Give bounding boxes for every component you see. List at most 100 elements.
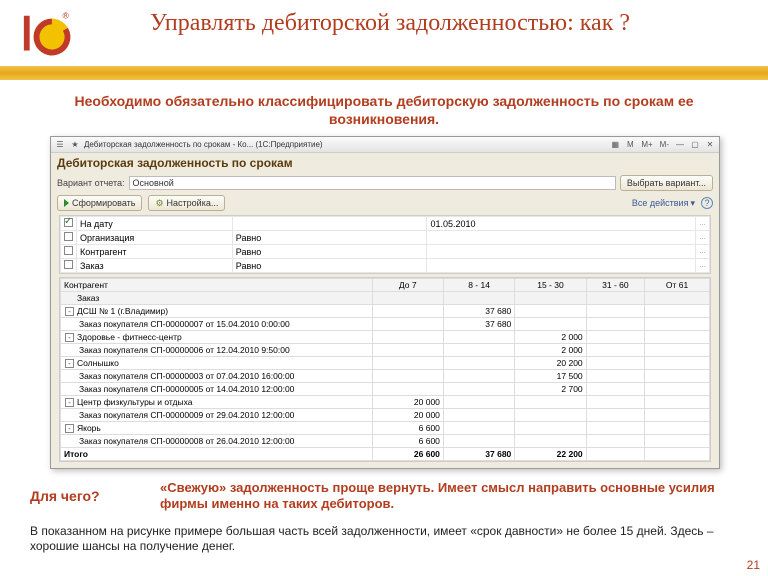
param-value[interactable]: 01.05.2010 (427, 217, 696, 231)
slide-subtitle: Необходимо обязательно классифицировать … (30, 92, 738, 128)
tree-toggle[interactable]: - (65, 359, 74, 368)
chevron-down-icon: ▾ (690, 198, 695, 209)
table-row[interactable]: -ДСШ № 1 (г.Владимир) 37 680 (61, 305, 710, 318)
table-row[interactable]: -Центр физкультуры и отдыха20 000 (61, 396, 710, 409)
cell-value (443, 370, 514, 383)
logo-1c: ® (20, 8, 78, 58)
window-fav-icon[interactable]: ★ (69, 139, 81, 151)
choose-variant-label: Выбрать вариант... (627, 178, 706, 188)
param-picker[interactable]: … (696, 231, 710, 245)
column-header[interactable]: 15 - 30 (515, 279, 586, 292)
param-op: Равно (232, 245, 427, 259)
cell-value (515, 409, 586, 422)
m-plus-btn[interactable]: M+ (639, 139, 654, 151)
window-titlebar: ☰ ★ Дебиторская задолженность по срокам … (51, 137, 719, 153)
cell-value (372, 344, 443, 357)
cell-value (645, 318, 710, 331)
cell-value (586, 305, 644, 318)
column-header[interactable]: От 61 (645, 279, 710, 292)
m-btn[interactable]: M (624, 139, 636, 151)
table-row[interactable]: Заказ покупателя СП-00000008 от 26.04.20… (61, 435, 710, 448)
param-row[interactable]: ЗаказРавно… (61, 259, 710, 273)
column-header[interactable]: 31 - 60 (586, 279, 644, 292)
total-value (586, 448, 644, 461)
choose-variant-button[interactable]: Выбрать вариант... (620, 175, 713, 191)
gear-icon: ⚙ (155, 198, 163, 209)
cell-value (586, 370, 644, 383)
cell-value: 37 680 (443, 305, 514, 318)
param-value[interactable] (427, 245, 696, 259)
cell-value (586, 422, 644, 435)
table-row[interactable]: Заказ покупателя СП-00000007 от 15.04.20… (61, 318, 710, 331)
cell-value (372, 383, 443, 396)
param-picker[interactable]: … (696, 217, 710, 231)
tree-toggle[interactable]: - (65, 424, 74, 433)
param-picker[interactable]: … (696, 245, 710, 259)
settings-button[interactable]: ⚙ Настройка... (148, 195, 225, 211)
svg-text:®: ® (63, 11, 70, 21)
row-name: -ДСШ № 1 (г.Владимир) (61, 305, 373, 318)
tree-toggle[interactable]: - (65, 307, 74, 316)
total-value: 37 680 (443, 448, 514, 461)
param-picker[interactable]: … (696, 259, 710, 273)
cell-value (443, 396, 514, 409)
row-name: -Центр физкультуры и отдыха (61, 396, 373, 409)
max-btn[interactable]: ▢ (689, 139, 701, 151)
table-row[interactable]: Заказ покупателя СП-00000005 от 14.04.20… (61, 383, 710, 396)
table-row[interactable]: Заказ покупателя СП-00000003 от 07.04.20… (61, 370, 710, 383)
cell-value (645, 396, 710, 409)
form-button[interactable]: Сформировать (57, 195, 142, 211)
variant-row: Вариант отчета: Основной Выбрать вариант… (51, 173, 719, 193)
table-row[interactable]: -Здоровье - фитнесс-центр 2 000 (61, 331, 710, 344)
cell-value: 2 000 (515, 331, 586, 344)
param-value[interactable] (427, 259, 696, 273)
tree-toggle[interactable]: - (65, 398, 74, 407)
row-name: Заказ покупателя СП-00000006 от 12.04.20… (61, 344, 373, 357)
cell-value (645, 331, 710, 344)
param-value[interactable] (427, 231, 696, 245)
param-checkbox[interactable] (64, 232, 73, 241)
cell-value (372, 370, 443, 383)
m-minus-btn[interactable]: M- (658, 139, 671, 151)
param-checkbox[interactable] (64, 218, 73, 227)
min-btn[interactable]: — (674, 139, 686, 151)
form-button-label: Сформировать (72, 198, 135, 208)
calc-icon[interactable]: ▦ (609, 139, 621, 151)
window-menu-icon[interactable]: ☰ (54, 139, 66, 151)
column-header[interactable]: До 7 (372, 279, 443, 292)
cell-value (443, 357, 514, 370)
row-name: Заказ покупателя СП-00000008 от 26.04.20… (61, 435, 373, 448)
close-btn[interactable]: ✕ (704, 139, 716, 151)
cell-value (586, 409, 644, 422)
cell-value (372, 305, 443, 318)
row-name: Заказ покупателя СП-00000005 от 14.04.20… (61, 383, 373, 396)
cell-value: 2 700 (515, 383, 586, 396)
cell-value (645, 305, 710, 318)
cell-value (515, 435, 586, 448)
param-row[interactable]: На дату01.05.2010… (61, 217, 710, 231)
param-row[interactable]: КонтрагентРавно… (61, 245, 710, 259)
table-row[interactable]: -Якорь6 600 (61, 422, 710, 435)
page-number: 21 (747, 558, 760, 572)
cell-value (443, 409, 514, 422)
params-table: На дату01.05.2010…ОрганизацияРавно…Контр… (59, 215, 711, 274)
all-actions-link[interactable]: Все действия ▾ (632, 198, 695, 209)
param-row[interactable]: ОрганизацияРавно… (61, 231, 710, 245)
table-row[interactable]: Заказ покупателя СП-00000006 от 12.04.20… (61, 344, 710, 357)
table-row[interactable]: Заказ покупателя СП-00000009 от 29.04.20… (61, 409, 710, 422)
tree-toggle[interactable]: - (65, 333, 74, 342)
column-header[interactable]: 8 - 14 (443, 279, 514, 292)
param-checkbox[interactable] (64, 260, 73, 269)
row-name: Заказ покупателя СП-00000007 от 15.04.20… (61, 318, 373, 331)
help-icon[interactable]: ? (701, 197, 713, 209)
cell-value (586, 331, 644, 344)
table-row[interactable]: -Солнышко20 200 (61, 357, 710, 370)
column-header[interactable]: Контрагент (61, 279, 373, 292)
cell-value (586, 435, 644, 448)
cell-value (645, 435, 710, 448)
data-grid[interactable]: КонтрагентДо 78 - 1415 - 3031 - 60От 61 … (59, 277, 711, 462)
variant-input[interactable]: Основной (129, 176, 616, 190)
total-value: 22 200 (515, 448, 586, 461)
param-checkbox[interactable] (64, 246, 73, 255)
row-name: -Здоровье - фитнесс-центр (61, 331, 373, 344)
